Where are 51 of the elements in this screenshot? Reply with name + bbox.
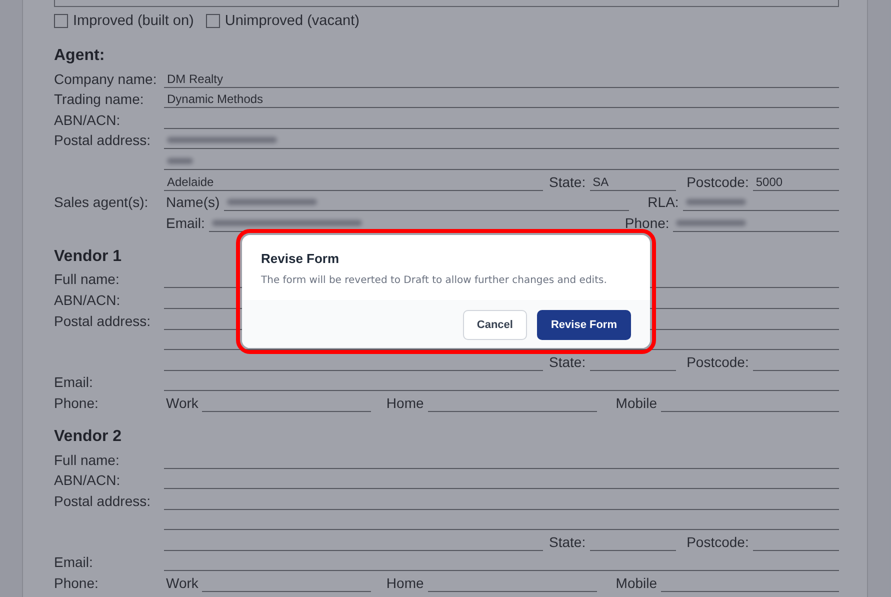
field-label: Full name:: [54, 452, 120, 468]
checkbox-label: Unimproved (vacant): [224, 13, 360, 29]
field-label: Work: [166, 394, 198, 412]
field-label: ABN/ACN:: [54, 472, 122, 490]
fill-in-line[interactable]: Adelaide: [164, 174, 543, 191]
field-label: Postal address:: [54, 492, 152, 510]
field-label: Phone:: [624, 214, 670, 232]
field-label: Home: [386, 394, 424, 412]
fill-in-line[interactable]: Dynamic Methods: [164, 91, 839, 108]
field-label: Home: [386, 575, 424, 592]
field-label: Work: [166, 575, 198, 592]
section-heading: Agent:: [54, 46, 105, 66]
dialog-message: The form will be reverted to Draft to allow further changes and edits.: [261, 275, 608, 286]
cancel-button[interactable]: Cancel: [462, 310, 527, 340]
field-label: Postcode:: [686, 174, 749, 191]
field-label: State:: [549, 174, 586, 191]
dialog-title: Revise Form: [261, 251, 340, 266]
fill-in-line[interactable]: SA: [590, 174, 676, 191]
section-heading: Vendor 2: [54, 426, 122, 447]
fill-in-line[interactable]: DM Realty: [164, 70, 839, 88]
field-label: Email:: [54, 374, 94, 392]
field-label: Company name:: [54, 70, 158, 88]
redacted-text: [686, 199, 746, 206]
field-label: Email:: [166, 214, 205, 232]
field-label: Postal address:: [54, 312, 152, 330]
field-label: Postcode:: [686, 354, 749, 371]
field-label: State:: [549, 354, 586, 371]
field-label: Postal address:: [54, 132, 152, 150]
redacted-text: [167, 158, 193, 164]
section-heading: Vendor 1: [54, 246, 122, 267]
field-label: Mobile: [616, 394, 658, 412]
field-label: Mobile: [616, 575, 658, 592]
checkbox-label: Improved (built on): [73, 13, 194, 29]
field-label: Postcode:: [686, 534, 749, 551]
checkbox[interactable]: [54, 14, 68, 28]
redacted-text: [676, 220, 746, 226]
field-label: ABN/ACN:: [54, 112, 122, 129]
checkbox[interactable]: [206, 14, 220, 28]
text-box[interactable]: [54, 0, 839, 7]
field-label: Phone:: [54, 394, 100, 412]
confirm-button[interactable]: Revise Form: [536, 310, 631, 340]
fill-in-line[interactable]: 5000: [752, 174, 839, 191]
field-label: RLA:: [648, 194, 679, 212]
field-label: Trading name:: [54, 91, 145, 108]
field-label: Sales agent(s):: [54, 194, 150, 212]
field-label: Email:: [54, 554, 94, 572]
field-label: State:: [549, 534, 586, 551]
field-label: Full name:: [54, 271, 120, 288]
field-label: ABN/ACN:: [54, 292, 122, 309]
field-label: Name(s): [166, 194, 220, 212]
field-label: Phone:: [54, 575, 100, 592]
